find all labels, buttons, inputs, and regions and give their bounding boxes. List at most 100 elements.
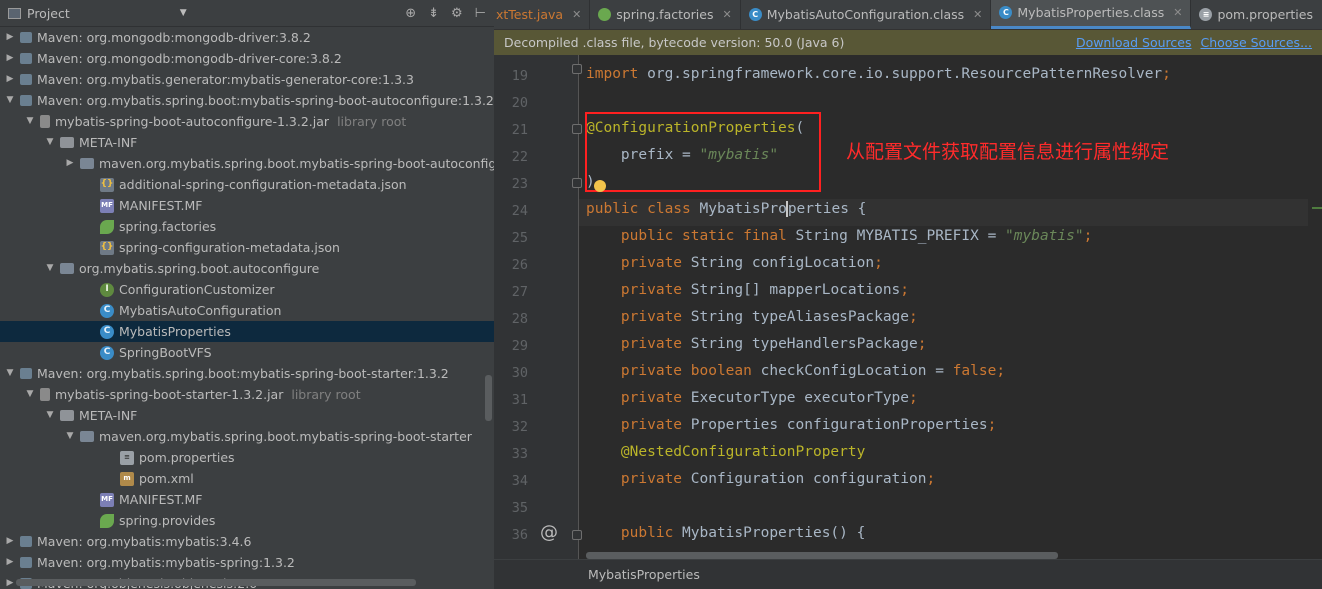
code-line[interactable]: private ExecutorType executorType; <box>586 390 918 406</box>
tree-item[interactable]: ▼ META-INF <box>0 132 494 153</box>
override-at-icon[interactable]: @ <box>540 522 558 543</box>
scroll-from-source-icon[interactable]: ⊕ <box>405 6 416 21</box>
project-horizontal-scrollbar[interactable] <box>16 579 416 586</box>
tree-item-label: Maven: org.mybatis.generator:mybatis-gen… <box>37 72 414 87</box>
folder-icon <box>60 137 74 148</box>
code-token: ; <box>909 309 918 325</box>
code-line[interactable]: public MybatisProperties() { <box>586 525 865 541</box>
choose-sources-link[interactable]: Choose Sources... <box>1201 35 1313 50</box>
fold-marker[interactable] <box>572 178 582 188</box>
tree-item[interactable]: I ConfigurationCustomizer <box>0 279 494 300</box>
expand-down-icon[interactable]: ▼ <box>24 384 36 405</box>
editor-tab[interactable]: ≡pom.properties✕ <box>1191 0 1322 29</box>
tree-item[interactable]: ▶ Maven: org.mongodb:mongodb-driver:3.8.2 <box>0 27 494 48</box>
tab-label: MybatisAutoConfiguration.class <box>766 6 965 22</box>
expand-down-icon[interactable]: ▼ <box>4 90 16 111</box>
expand-right-icon[interactable]: ▶ <box>4 573 16 589</box>
expand-right-icon[interactable]: ▶ <box>4 69 16 90</box>
tree-item[interactable]: {} spring-configuration-metadata.json <box>0 237 494 258</box>
tree-item[interactable]: ▼ mybatis-spring-boot-starter-1.3.2.jar li… <box>0 384 494 405</box>
intention-bulb-icon[interactable] <box>594 180 606 192</box>
fold-marker[interactable] <box>572 124 582 134</box>
tree-item-label: additional-spring-configuration-metadata… <box>119 177 407 192</box>
tree-item-label: spring.provides <box>119 513 216 528</box>
view-dropdown-icon[interactable]: ▼ <box>180 8 187 18</box>
class-icon: C <box>999 6 1013 19</box>
expand-right-icon[interactable]: ▶ <box>4 552 16 573</box>
expand-right-icon[interactable]: ▶ <box>64 153 76 174</box>
code-line[interactable]: private boolean checkConfigLocation = fa… <box>586 363 1005 379</box>
code-line[interactable]: private Configuration configuration; <box>586 471 935 487</box>
tree-item[interactable]: ▶ maven.org.mybatis.spring.boot.mybatis-s… <box>0 153 494 174</box>
expand-down-icon[interactable]: ▼ <box>44 258 56 279</box>
editor-tab[interactable]: spring.factories ✕ <box>590 0 741 29</box>
code-token: private <box>586 282 691 298</box>
line-number-gutter[interactable]: 19 20 21 22 23 24 25 26 27 28 29 30 31 32 33 34 35 36 <box>494 55 578 559</box>
tree-item[interactable]: ▶ Maven: org.mybatis:mybatis:3.4.6 <box>0 531 494 552</box>
close-icon[interactable]: ✕ <box>572 8 581 21</box>
code-line[interactable]: import org.springframework.core.io.suppo… <box>586 66 1171 82</box>
line-number: 25 <box>511 230 528 246</box>
tree-item[interactable]: C MybatisProperties <box>0 321 494 342</box>
collapse-all-icon[interactable]: ⇟ <box>428 6 439 21</box>
expand-down-icon[interactable]: ▼ <box>4 363 16 384</box>
code-line[interactable]: public class MybatisProperties { <box>586 201 866 217</box>
close-icon[interactable]: ✕ <box>722 8 731 21</box>
tree-item[interactable]: ▶ Maven: org.mybatis.generator:mybatis-ge… <box>0 69 494 90</box>
project-panel-title[interactable]: Project <box>27 6 70 21</box>
tree-item-label: spring-configuration-metadata.json <box>119 240 340 255</box>
tree-item[interactable]: ▼ mybatis-spring-boot-autoconfigure-1.3.2… <box>0 111 494 132</box>
tree-item[interactable]: ▶ Maven: org.mybatis:mybatis-spring:1.3.2 <box>0 552 494 573</box>
tree-item[interactable]: m pom.xml <box>0 468 494 489</box>
expand-right-icon[interactable]: ▶ <box>4 531 16 552</box>
expand-down-icon[interactable]: ▼ <box>44 132 56 153</box>
tree-item-label: maven.org.mybatis.spring.boot.mybatis-sp… <box>99 156 494 171</box>
tab-label: xtTest.java <box>496 6 564 22</box>
lib-icon <box>20 368 32 379</box>
package-icon <box>80 431 94 442</box>
fold-marker[interactable] <box>572 64 582 74</box>
code-line[interactable]: private Properties configurationProperti… <box>586 417 996 433</box>
expand-down-icon[interactable]: ▼ <box>24 111 36 132</box>
code-line[interactable]: private String[] mapperLocations; <box>586 282 909 298</box>
code-line[interactable]: private String typeAliasesPackage; <box>586 309 918 325</box>
json-icon: {} <box>100 177 114 192</box>
tree-item[interactable]: ≡ pom.properties <box>0 447 494 468</box>
expand-right-icon[interactable]: ▶ <box>4 48 16 69</box>
expand-right-icon[interactable]: ▶ <box>4 27 16 48</box>
editor-tab[interactable]: C MybatisProperties.class ✕ <box>991 0 1192 29</box>
hide-panel-icon[interactable]: ⊢ <box>475 6 486 21</box>
tree-item[interactable]: MF MANIFEST.MF <box>0 195 494 216</box>
editor-tab[interactable]: xtTest.java ✕ <box>494 0 591 29</box>
code-line[interactable]: public static final String MYBATIS_PREFI… <box>586 228 1092 244</box>
expand-down-icon[interactable]: ▼ <box>44 405 56 426</box>
close-icon[interactable]: ✕ <box>1173 6 1182 19</box>
code-line[interactable]: private String typeHandlersPackage; <box>586 336 927 352</box>
editor-tab[interactable]: C MybatisAutoConfiguration.class ✕ <box>741 0 992 29</box>
tree-item[interactable]: MF MANIFEST.MF <box>0 489 494 510</box>
gear-icon[interactable]: ⚙ <box>451 6 463 21</box>
code-line[interactable]: private String configLocation; <box>586 255 883 271</box>
code-line[interactable]: @NestedConfigurationProperty <box>586 444 865 460</box>
download-sources-link[interactable]: Download Sources <box>1076 35 1192 50</box>
close-icon[interactable]: ✕ <box>973 8 982 21</box>
tree-item[interactable]: ▼ maven.org.mybatis.spring.boot.mybatis-s… <box>0 426 494 447</box>
tree-item[interactable]: spring.factories <box>0 216 494 237</box>
tree-item[interactable]: ▶ Maven: org.mongodb:mongodb-driver-core:… <box>0 48 494 69</box>
tree-item[interactable]: ▼ Maven: org.mybatis.spring.boot:mybatis-… <box>0 90 494 111</box>
tree-item[interactable]: ▼ org.mybatis.spring.boot.autoconfigure <box>0 258 494 279</box>
breadcrumb-item[interactable]: MybatisProperties <box>588 567 700 582</box>
tree-item[interactable]: ▼ META-INF <box>0 405 494 426</box>
code-token: private boolean <box>586 363 761 379</box>
tree-item[interactable]: C SpringBootVFS <box>0 342 494 363</box>
tree-item[interactable]: ▼ Maven: org.mybatis.spring.boot:mybatis-… <box>0 363 494 384</box>
tree-item[interactable]: {} additional-spring-configuration-metada… <box>0 174 494 195</box>
fold-marker[interactable] <box>572 530 582 540</box>
project-vertical-scrollbar[interactable] <box>485 375 492 421</box>
editor-vertical-scrollbar[interactable] <box>1308 55 1322 559</box>
expand-down-icon[interactable]: ▼ <box>64 426 76 447</box>
editor-horizontal-scrollbar[interactable] <box>586 552 1058 559</box>
tree-item[interactable]: C MybatisAutoConfiguration <box>0 300 494 321</box>
tree-item[interactable]: spring.provides <box>0 510 494 531</box>
line-number: 20 <box>511 95 528 111</box>
